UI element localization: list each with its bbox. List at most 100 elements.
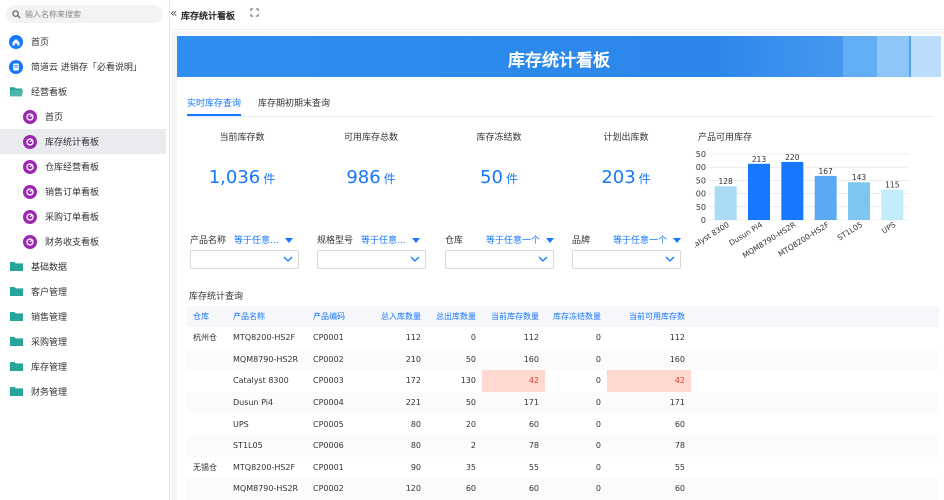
sidebar-item[interactable]: 采购订单看板 (0, 204, 170, 229)
search-input[interactable]: 输入名称来搜索 (6, 5, 163, 23)
sidebar-item[interactable]: 首页 (0, 104, 170, 129)
chart-ytick-label: 150 (695, 176, 706, 185)
filter-select-product-name[interactable] (190, 250, 299, 269)
sidebar-item-label: 首页 (31, 38, 50, 48)
table-row[interactable]: ST1L05 CP0006 80 2 78 0 78 (187, 434, 939, 457)
chevron-down-icon (283, 256, 293, 262)
table-cell: CP0002 (307, 348, 367, 371)
sidebar-item[interactable]: 库存管理 (0, 354, 170, 379)
table-row[interactable]: 无锡仓 MTQ8200-HS2F CP0001 90 35 55 0 55 (187, 457, 939, 479)
table-cell (187, 370, 227, 392)
table-row[interactable]: Catalyst 8300 CP0003 172 130 42 0 42 (187, 370, 939, 392)
sidebar-item[interactable]: 财务管理 (0, 379, 170, 404)
filter-op-brand[interactable]: 等于任意一个 (613, 233, 682, 246)
table-cell: CP0001 (313, 333, 344, 343)
table-cell: 50 (427, 348, 482, 371)
sidebar-item[interactable]: 客户管理 (0, 279, 170, 304)
table-header[interactable]: 总出库数量 (427, 306, 482, 327)
filter-select-brand[interactable] (572, 250, 681, 269)
table-cell: 0 (595, 333, 601, 343)
dashboard-icon (23, 184, 37, 199)
table-cell (187, 413, 227, 435)
filter-op-warehouse[interactable]: 等于任意一个 (486, 233, 555, 246)
table-row[interactable]: MQM8790-HS2R CP0002 210 50 160 0 160 (187, 348, 939, 371)
table-row[interactable]: UPS CP0005 80 20 60 0 60 (187, 413, 939, 435)
dashboard-icon (23, 209, 37, 224)
doc-icon (9, 59, 23, 74)
table-cell: 0 (470, 333, 476, 343)
filter-select-warehouse[interactable] (445, 250, 554, 269)
table-cell: 112 (523, 333, 539, 343)
table-cell: 42 (607, 370, 691, 392)
sidebar-item[interactable]: 简道云 进销存「必看说明」 (0, 54, 170, 79)
table-cell: 80 (367, 434, 427, 457)
table-cell: 60 (674, 419, 685, 429)
fullscreen-icon[interactable] (250, 8, 259, 17)
table-header-filler (691, 306, 939, 327)
table-cell: UPS (233, 419, 249, 429)
filter-label-product-name: 产品名称 (190, 236, 227, 246)
folder-icon (9, 310, 23, 324)
tab-realtime-stock[interactable]: 实时库存查询 (187, 96, 241, 109)
chevron-down-icon (665, 256, 675, 262)
tab-period-stock[interactable]: 库存期初期末查询 (258, 96, 330, 109)
table-header[interactable]: 仓库 (187, 306, 227, 327)
sidebar-item[interactable]: 财务收支看板 (0, 229, 170, 254)
sidebar-item[interactable]: 采购管理 (0, 329, 170, 354)
table-cell-filler (691, 478, 939, 500)
table-row[interactable]: MQM8790-HS2R CP0002 120 60 60 0 60 (187, 478, 939, 500)
chart-data-label: 128 (719, 177, 734, 186)
table-cell: CP0006 (307, 434, 367, 457)
sidebar-item[interactable]: 销售订单看板 (0, 179, 170, 204)
table-cell: 0 (545, 348, 607, 371)
table-cell-filler (691, 413, 939, 435)
filter-op-model[interactable]: 等于任意... (361, 233, 420, 246)
table-header[interactable]: 产品编码 (307, 306, 367, 327)
chart-category-label: Catalyst 8300 (695, 220, 731, 255)
sidebar-item[interactable]: 仓库经营看板 (0, 154, 170, 179)
table-cell: 160 (607, 348, 691, 371)
table-header[interactable]: 总入库数量 (367, 306, 427, 327)
stat-label: 当前库存数 (219, 133, 265, 143)
table-cell: 112 (669, 333, 685, 343)
table-header[interactable]: 当前库存数量 (482, 306, 545, 327)
sidebar-item[interactable]: 基础数据 (0, 254, 170, 279)
sidebar-item-label: 客户管理 (31, 288, 68, 298)
table-cell: 60 (607, 478, 691, 500)
table-cell: 55 (674, 462, 685, 472)
table-cell: 42 (482, 370, 545, 392)
sidebar-item-label: 经营看板 (31, 88, 68, 98)
sidebar-item-label: 首页 (45, 113, 64, 123)
table-cell: Catalyst 8300 (233, 376, 289, 386)
stat-value: 50 (480, 167, 503, 188)
filter-select-model[interactable] (317, 250, 426, 269)
table-header[interactable]: 库存冻结数量 (545, 306, 607, 327)
table-header[interactable]: 产品名称 (227, 306, 307, 327)
table-header[interactable]: 当前可用库存数 (607, 306, 691, 327)
table-cell: 60 (528, 419, 539, 429)
sidebar-item[interactable]: 经营看板 (0, 79, 170, 104)
collapse-sidebar-icon[interactable]: « (170, 6, 180, 20)
table-cell: 78 (607, 434, 691, 457)
stat-label: 可用库存总数 (343, 133, 398, 143)
table-row[interactable]: Dusun Pi4 CP0004 221 50 171 0 171 (187, 391, 939, 414)
table-cell: MTQ8200-HS2F (233, 462, 296, 472)
chevron-down-icon (538, 256, 548, 262)
available-stock-chart: 050100150200250128Catalyst 8300213Dusun … (695, 150, 909, 260)
sidebar-item[interactable]: 销售管理 (0, 304, 170, 329)
banner-title: 库存统计看板 (508, 51, 610, 71)
table-cell: CP0005 (313, 419, 344, 429)
top-bar: « 库存统计看板 (170, 0, 944, 30)
table-cell: 0 (595, 419, 601, 429)
stat-value: 203 (601, 167, 636, 188)
chart-category-label: ST1L05 (836, 220, 865, 243)
home-icon (9, 34, 23, 49)
table-cell-filler (691, 370, 939, 392)
folder-icon (9, 385, 23, 399)
sidebar-item[interactable]: 库存统计看板 (0, 129, 166, 154)
table-cell: 2 (427, 434, 482, 457)
table-cell: CP0004 (307, 391, 367, 414)
table-row[interactable]: 杭州仓 MTQ8200-HS2F CP0001 112 0 112 0 112 (187, 327, 939, 349)
filter-op-product-name[interactable]: 等于任意... (234, 233, 293, 246)
sidebar-item[interactable]: 首页 (0, 29, 170, 54)
